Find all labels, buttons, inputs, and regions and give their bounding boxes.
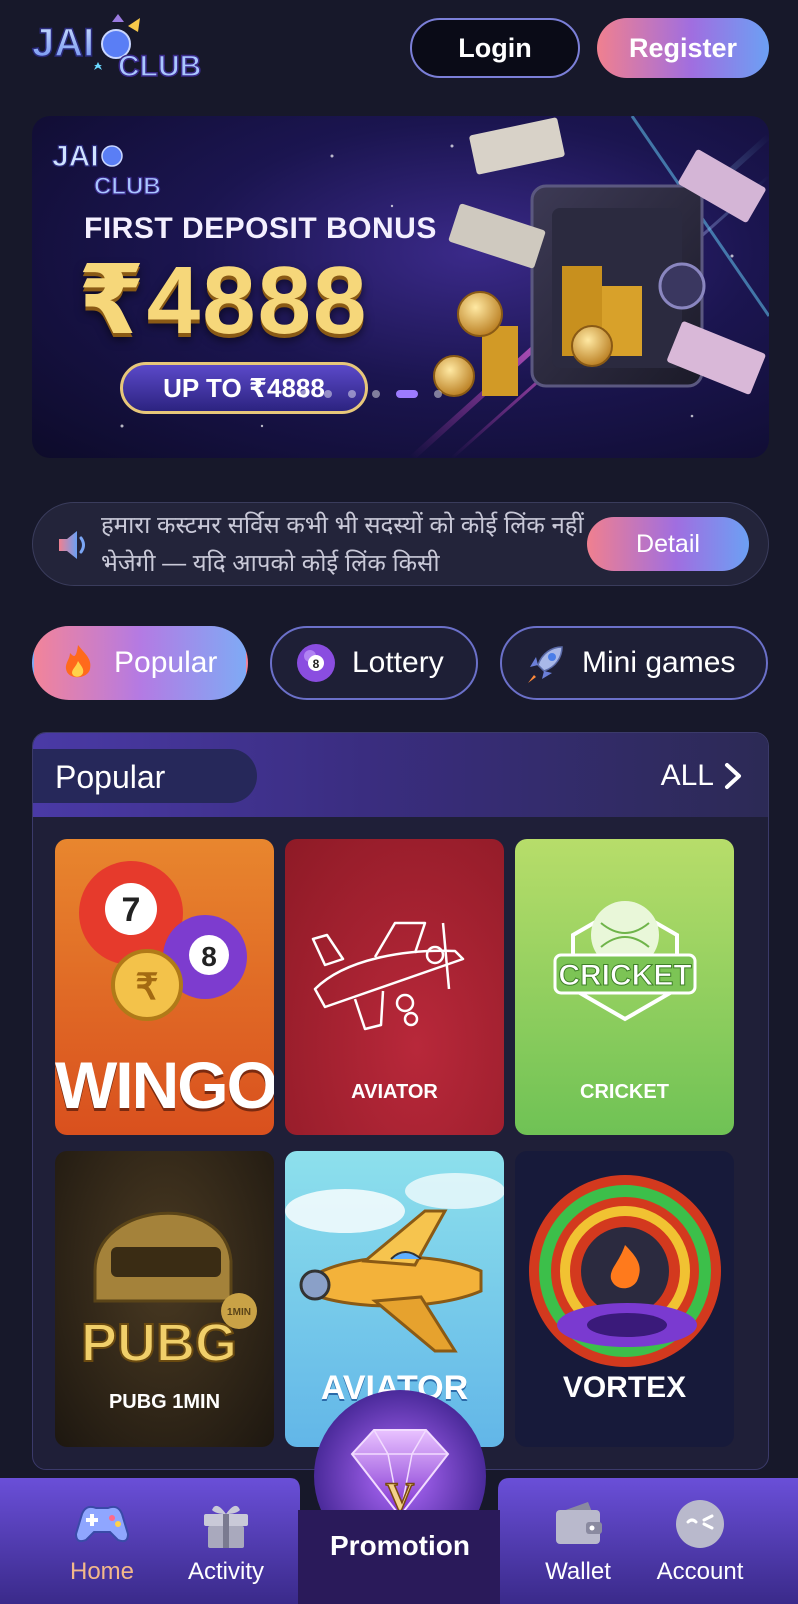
carousel-dot[interactable] xyxy=(324,390,332,398)
svg-text:8: 8 xyxy=(313,657,320,671)
lottery-ball-icon: 8 xyxy=(297,644,335,682)
game-label: WINGO xyxy=(55,1048,274,1122)
svg-text:CLUB: CLUB xyxy=(94,173,161,200)
svg-text:7: 7 xyxy=(122,891,141,929)
svg-text:CRICKET: CRICKET xyxy=(558,959,691,992)
nav-account[interactable]: Account xyxy=(640,1478,760,1604)
chevron-right-icon[interactable] xyxy=(720,761,746,791)
panel-title: Popular xyxy=(55,759,166,795)
nav-label: Wallet xyxy=(545,1558,611,1585)
gift-icon xyxy=(204,1505,248,1548)
svg-text:₹: ₹ xyxy=(136,966,159,1007)
detail-button[interactable]: Detail xyxy=(587,517,749,571)
svg-text:CLUB: CLUB xyxy=(118,50,201,83)
svg-text:8: 8 xyxy=(201,941,217,972)
login-button[interactable]: Login xyxy=(410,18,580,78)
game-label: VORTEX xyxy=(562,1371,687,1404)
wallet-icon xyxy=(556,1502,602,1544)
gamepad-icon xyxy=(74,1505,130,1543)
tab-label: Lottery xyxy=(352,646,444,679)
svg-text:JAI: JAI xyxy=(52,140,99,173)
fire-icon xyxy=(65,645,91,678)
nav-label: Activity xyxy=(187,1558,264,1585)
account-icon xyxy=(676,1500,724,1548)
game-card-wingo[interactable]: 7 8 ₹ WINGO xyxy=(55,839,274,1135)
all-link[interactable]: ALL xyxy=(661,759,714,793)
game-label: AVIATOR xyxy=(351,1081,438,1103)
banner-amount: ₹4888 xyxy=(78,247,369,354)
game-card-vortex[interactable]: VORTEX xyxy=(515,1151,734,1447)
svg-text:JAI: JAI xyxy=(32,21,94,65)
nav-activity[interactable]: Activity xyxy=(166,1478,286,1604)
nav-label: Home xyxy=(69,1558,135,1585)
nav-home[interactable]: Home xyxy=(42,1478,162,1604)
tab-popular[interactable]: Popular xyxy=(32,626,248,700)
tab-mini-games[interactable]: Mini games xyxy=(500,626,768,700)
carousel-dot[interactable] xyxy=(348,390,356,398)
carousel-dot[interactable] xyxy=(372,390,380,398)
banner-logo: JAI CLUB xyxy=(50,132,170,202)
game-card-cricket[interactable]: CRICKET CRICKET xyxy=(515,839,734,1135)
nav-promotion[interactable]: Promotion xyxy=(300,1530,500,1562)
register-button[interactable]: Register xyxy=(597,18,769,78)
notice-text: हमारा कस्टमर सर्विस कभी भी सदस्यों को को… xyxy=(101,512,584,577)
svg-text:PUBG: PUBG xyxy=(81,1313,237,1373)
jai-club-logo[interactable]: JAI CLUB xyxy=(30,14,205,84)
popular-panel: Popular ALL 7 8 ₹ WINGO AVIATOR CRICKET … xyxy=(32,732,769,1470)
rocket-icon xyxy=(528,646,563,683)
carousel-dots[interactable] xyxy=(300,390,442,398)
banner-title: FIRST DEPOSIT BONUS xyxy=(84,212,437,245)
nav-wallet[interactable]: Wallet xyxy=(518,1478,638,1604)
promo-banner[interactable]: JAI CLUB FIRST DEPOSIT BONUS ₹4888 UP TO… xyxy=(32,116,769,458)
tab-lottery[interactable]: 8 Lottery xyxy=(270,626,478,700)
banner-upto-pill: UP TO ₹4888 xyxy=(120,362,368,414)
speaker-icon xyxy=(55,527,93,563)
carousel-dot[interactable] xyxy=(396,390,418,398)
game-label: CRICKET xyxy=(580,1081,669,1103)
carousel-dot[interactable] xyxy=(434,390,442,398)
tab-label: Popular xyxy=(114,646,218,679)
game-label: PUBG 1MIN xyxy=(108,1391,221,1413)
panel-header: Popular ALL xyxy=(33,733,768,817)
carousel-dot[interactable] xyxy=(300,390,308,398)
game-card-pubg-1min[interactable]: 1MIN PUBG PUBG 1MIN xyxy=(55,1151,274,1447)
tab-label: Mini games xyxy=(582,646,736,679)
nav-label: Account xyxy=(656,1558,744,1585)
game-card-aviator[interactable]: AVIATOR xyxy=(285,839,504,1135)
notice-bar: हमारा कस्टमर सर्विस कभी भी सदस्यों को को… xyxy=(32,502,769,586)
